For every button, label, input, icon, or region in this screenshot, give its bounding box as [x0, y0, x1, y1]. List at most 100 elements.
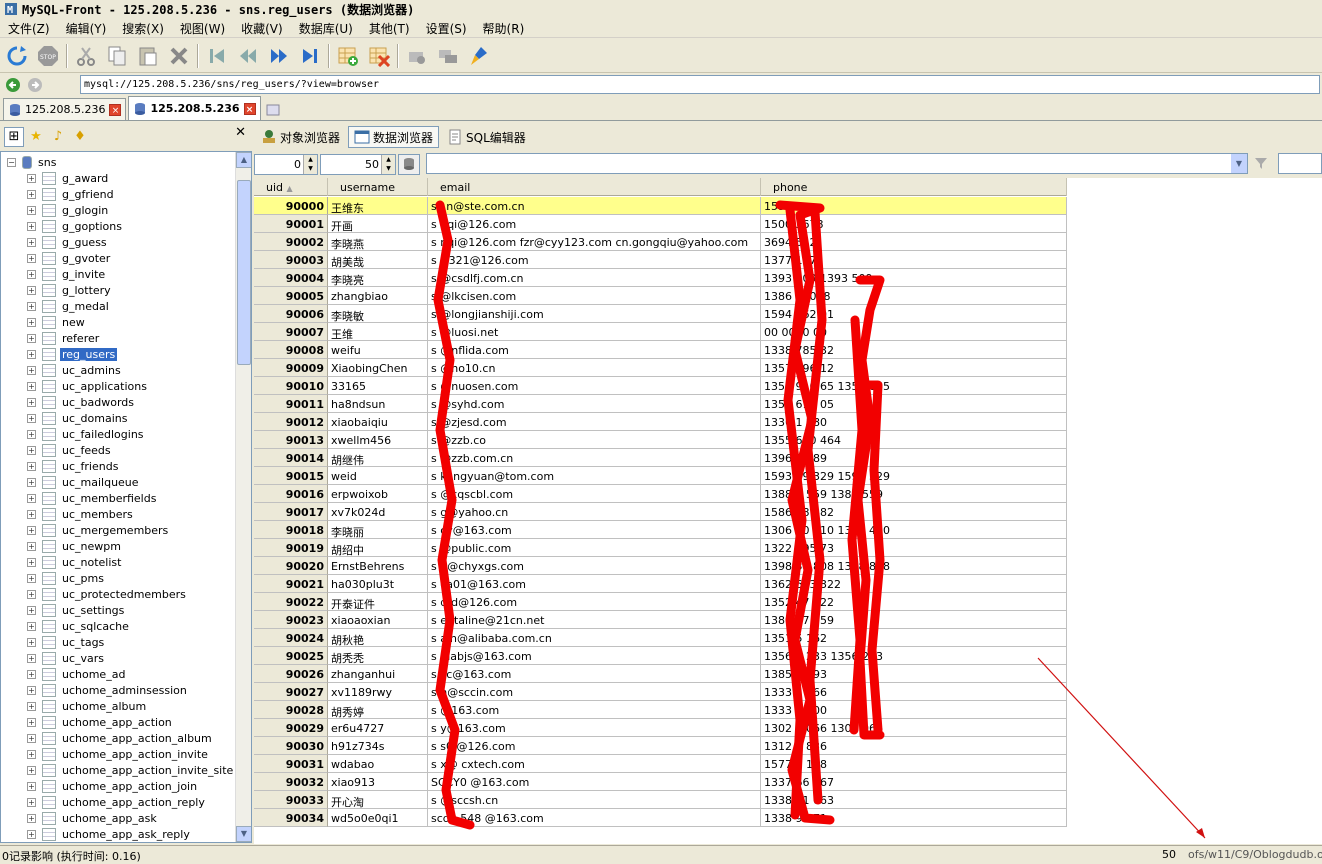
expand-icon[interactable]: +	[27, 397, 36, 407]
tree-item-table[interactable]: + uchome_app_action_invite_site	[27, 762, 235, 778]
cell-phone[interactable]: 1333 1 600	[761, 701, 1067, 719]
cell-username[interactable]: weifu	[328, 341, 428, 359]
cell-phone[interactable]: 1338 785 32	[761, 341, 1067, 359]
expand-icon[interactable]: +	[27, 381, 36, 391]
cell-email[interactable]: s y@163.com	[428, 719, 761, 737]
menu-favorites[interactable]: 收藏(V)	[233, 20, 291, 37]
prev-page-button[interactable]	[235, 43, 261, 69]
expand-icon[interactable]: +	[27, 429, 36, 439]
tree-item-table[interactable]: + g_goptions	[27, 218, 124, 234]
table-row[interactable]: 90024 胡秋艳 s ain@alibaba.com.cn 1351 5 162	[254, 629, 1067, 647]
table-row[interactable]: 90026 zhanganhui s cc@163.com 1385 1 793	[254, 665, 1067, 683]
tree-view-button[interactable]: ⊞	[4, 126, 24, 147]
table-row[interactable]: 90032 xiao913 SCCY0 @163.com 1337 66 667	[254, 773, 1067, 791]
cell-username[interactable]: 李晓燕	[328, 233, 428, 251]
tree-item-table[interactable]: + g_invite	[27, 266, 107, 282]
table-row[interactable]: 90033 开心淘 s @sccsh.cn 1338 91 063	[254, 791, 1067, 809]
expand-icon[interactable]: +	[27, 749, 36, 759]
tree-item-table[interactable]: + g_lottery	[27, 282, 113, 298]
close-panel-icon[interactable]: ✕	[235, 125, 246, 140]
tree-item-table[interactable]: + uc_mergemembers	[27, 522, 170, 538]
delete-record-button[interactable]	[366, 43, 392, 69]
cell-uid[interactable]: 90019	[254, 539, 328, 557]
tree-item-table[interactable]: + uchome_app_ask_reply	[27, 826, 192, 842]
cell-email[interactable]: s cy@163.com	[428, 521, 761, 539]
column-header-uid[interactable]: uid ▲	[254, 178, 328, 196]
tree-item-table[interactable]: + uc_mailqueue	[27, 474, 141, 490]
expand-icon[interactable]: +	[27, 205, 36, 215]
cell-email[interactable]: s ca01@163.com	[428, 575, 761, 593]
connection-tab[interactable]: 125.208.5.236 ×	[3, 98, 127, 120]
cell-username[interactable]: 开心淘	[328, 791, 428, 809]
expand-icon[interactable]: +	[27, 461, 36, 471]
cell-phone[interactable]: 1357 910 65 1357 865	[761, 377, 1067, 395]
cell-phone[interactable]: 1355 670 464	[761, 431, 1067, 449]
cell-username[interactable]: 王维	[328, 323, 428, 341]
table-row[interactable]: 90029 er6u4727 s y@163.com 1302 1 066 1302 …	[254, 719, 1067, 737]
tree-item-table[interactable]: + uchome_app_action_reply	[27, 794, 207, 810]
expand-icon[interactable]: +	[27, 813, 36, 823]
tree-item-table[interactable]: + uc_feeds	[27, 442, 113, 458]
tree-item-table[interactable]: + g_award	[27, 170, 110, 186]
expand-icon[interactable]: +	[27, 685, 36, 695]
table-row[interactable]: 90010 33165 s @nuosen.com 1357 910 65 1357 …	[254, 377, 1067, 395]
menu-database[interactable]: 数据库(U)	[291, 20, 361, 37]
table-row[interactable]: 90017 xv7k024d s g@yahoo.cn 1586 78 482	[254, 503, 1067, 521]
cell-email[interactable]: s @cqscbl.com	[428, 485, 761, 503]
cell-uid[interactable]: 90024	[254, 629, 328, 647]
cell-phone[interactable]: 1338 91 063	[761, 791, 1067, 809]
tree-item-table[interactable]: + uchome_app_action_join	[27, 778, 199, 794]
cell-email[interactable]: s @longjianshiji.com	[428, 305, 761, 323]
cell-uid[interactable]: 90004	[254, 269, 328, 287]
tree-item-table[interactable]: + reg_users	[27, 346, 118, 362]
cell-uid[interactable]: 90012	[254, 413, 328, 431]
cell-username[interactable]: wdabao	[328, 755, 428, 773]
address-input[interactable]: mysql://125.208.5.236/sns/reg_users/?vie…	[80, 75, 1320, 94]
cell-email[interactable]: s @no10.cn	[428, 359, 761, 377]
cell-phone[interactable]: 1351 5 162	[761, 629, 1067, 647]
cell-phone[interactable]: 1593 29 329 1593 329	[761, 467, 1067, 485]
cell-phone[interactable]: 1312 5 836	[761, 737, 1067, 755]
cell-email[interactable]: s inabjs@163.com	[428, 647, 761, 665]
scroll-thumb[interactable]	[237, 180, 251, 365]
cell-uid[interactable]: 90015	[254, 467, 328, 485]
expand-icon[interactable]: +	[27, 765, 36, 775]
expand-icon[interactable]: +	[27, 253, 36, 263]
cell-email[interactable]: s cc@163.com	[428, 665, 761, 683]
stepper-arrows-icon[interactable]: ▲ ▼	[303, 154, 317, 174]
table-row[interactable]: 90011 ha8ndsun s @syhd.com 1357 616 05	[254, 395, 1067, 413]
tree-item-table[interactable]: + uc_applications	[27, 378, 149, 394]
table-row[interactable]: 90000 王维东 sc n@ste.com.cn 159 2	[254, 197, 1067, 215]
cell-uid[interactable]: 90028	[254, 701, 328, 719]
cell-phone[interactable]: 1322 195 73	[761, 539, 1067, 557]
expand-icon[interactable]: +	[27, 477, 36, 487]
expand-icon[interactable]: +	[27, 413, 36, 423]
table-row[interactable]: 90034 wd5o0e0qi1 scd3 548 @163.com 1338 9 1…	[254, 809, 1067, 827]
cell-phone[interactable]: 1386 10068	[761, 287, 1067, 305]
cell-username[interactable]: 胡美哉	[328, 251, 428, 269]
menu-other[interactable]: 其他(T)	[361, 20, 418, 37]
cell-username[interactable]: erpwoixob	[328, 485, 428, 503]
menu-edit[interactable]: 编辑(Y)	[58, 20, 115, 37]
tree-root-database[interactable]: − sns	[7, 154, 58, 170]
cell-username[interactable]: xv7k024d	[328, 503, 428, 521]
cell-email[interactable]: s s0 @126.com	[428, 737, 761, 755]
cell-username[interactable]: XiaobingChen	[328, 359, 428, 377]
cell-username[interactable]: 开泰证件	[328, 593, 428, 611]
expand-icon[interactable]: +	[27, 349, 36, 359]
tab-data-browser[interactable]: 数据浏览器	[348, 126, 440, 148]
cell-phone[interactable]: 1352 47 822	[761, 593, 1067, 611]
close-tab-icon[interactable]: ×	[243, 102, 256, 115]
cell-uid[interactable]: 90013	[254, 431, 328, 449]
cell-email[interactable]: s entaline@21cn.net	[428, 611, 761, 629]
cell-phone[interactable]: 1337 66 667	[761, 773, 1067, 791]
new-tab-button[interactable]	[263, 100, 283, 120]
cell-phone[interactable]: 00 0000 00	[761, 323, 1067, 341]
cell-uid[interactable]: 90008	[254, 341, 328, 359]
connection-tab-active[interactable]: 125.208.5.236 ×	[128, 96, 261, 120]
cell-email[interactable]: s nqi@126.com	[428, 215, 761, 233]
tree-item-table[interactable]: + uc_members	[27, 506, 135, 522]
cell-username[interactable]: ErnstBehrens	[328, 557, 428, 575]
cell-email[interactable]: s n@sccin.com	[428, 683, 761, 701]
cell-username[interactable]: wd5o0e0qi1	[328, 809, 428, 827]
